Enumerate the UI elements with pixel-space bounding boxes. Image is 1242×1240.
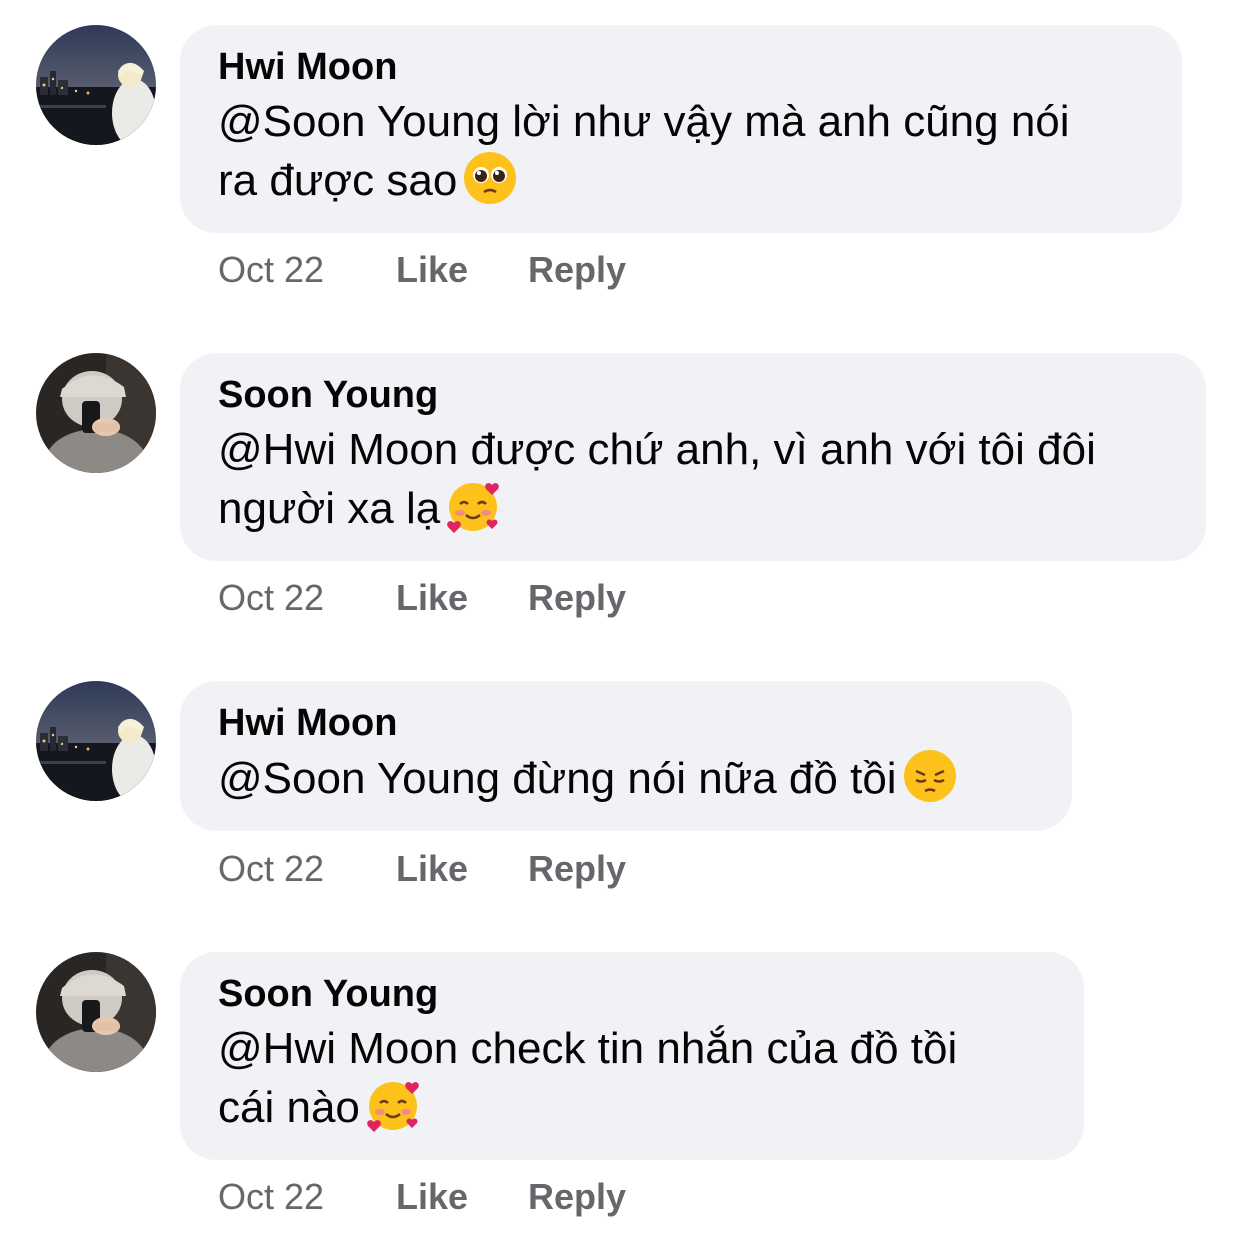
city-night-avatar-icon[interactable] [36,25,156,145]
comment-author[interactable]: Hwi Moon [218,41,1144,93]
reply-button[interactable]: Reply [528,848,626,890]
comment-actions: Oct 22 Like Reply [218,573,626,623]
comment-timestamp: Oct 22 [218,249,325,290]
comment-actions: Oct 22 Like Reply [218,1172,626,1222]
mirror-selfie-avatar-icon[interactable] [36,952,156,1072]
comment-author[interactable]: Soon Young [218,968,1046,1020]
comment-text-content: @Hwi Moon check tin nhắn của đồ tồi cái … [218,1024,958,1132]
comment-timestamp: Oct 22 [218,577,325,618]
comment-timestamp: Oct 22 [218,848,325,889]
comment-text: @Hwi Moon check tin nhắn của đồ tồi cái … [218,1020,1046,1137]
smiling-face-with-hearts-emoji [366,1078,420,1132]
comment-text-content: @Hwi Moon được chứ anh, vì anh với tôi đ… [218,425,1096,533]
smiling-face-with-hearts-emoji [446,479,500,533]
city-night-avatar-icon[interactable] [36,681,156,801]
comment-bubble: Soon Young @Hwi Moon được chứ anh, vì an… [180,353,1206,561]
reply-button[interactable]: Reply [528,577,626,619]
reply-button[interactable]: Reply [528,1176,626,1218]
like-button[interactable]: Like [396,249,528,291]
comment-actions: Oct 22 Like Reply [218,245,626,295]
comment-text: @Soon Young đừng nói nữa đồ tồi [218,749,1034,808]
mirror-selfie-avatar-icon[interactable] [36,353,156,473]
comment-timestamp: Oct 22 [218,1176,325,1217]
comment-author[interactable]: Soon Young [218,369,1168,421]
comment-bubble: Hwi Moon @Soon Young lời như vậy mà anh … [180,25,1182,233]
comment-bubble: Hwi Moon @Soon Young đừng nói nữa đồ tồi [180,681,1072,831]
pensive-face-emoji [903,749,957,803]
comment-text-content: @Soon Young lời như vậy mà anh cũng nói … [218,97,1070,205]
like-button[interactable]: Like [396,848,528,890]
like-button[interactable]: Like [396,1176,528,1218]
reply-button[interactable]: Reply [528,249,626,291]
pleading-face-emoji [463,151,517,205]
comment-text: @Soon Young lời như vậy mà anh cũng nói … [218,93,1144,210]
comment-text: @Hwi Moon được chứ anh, vì anh với tôi đ… [218,421,1168,538]
comment-actions: Oct 22 Like Reply [218,844,626,894]
comment-bubble: Soon Young @Hwi Moon check tin nhắn của … [180,952,1084,1160]
like-button[interactable]: Like [396,577,528,619]
comment-author[interactable]: Hwi Moon [218,697,1034,749]
comment-text-content: @Soon Young đừng nói nữa đồ tồi [218,754,897,803]
